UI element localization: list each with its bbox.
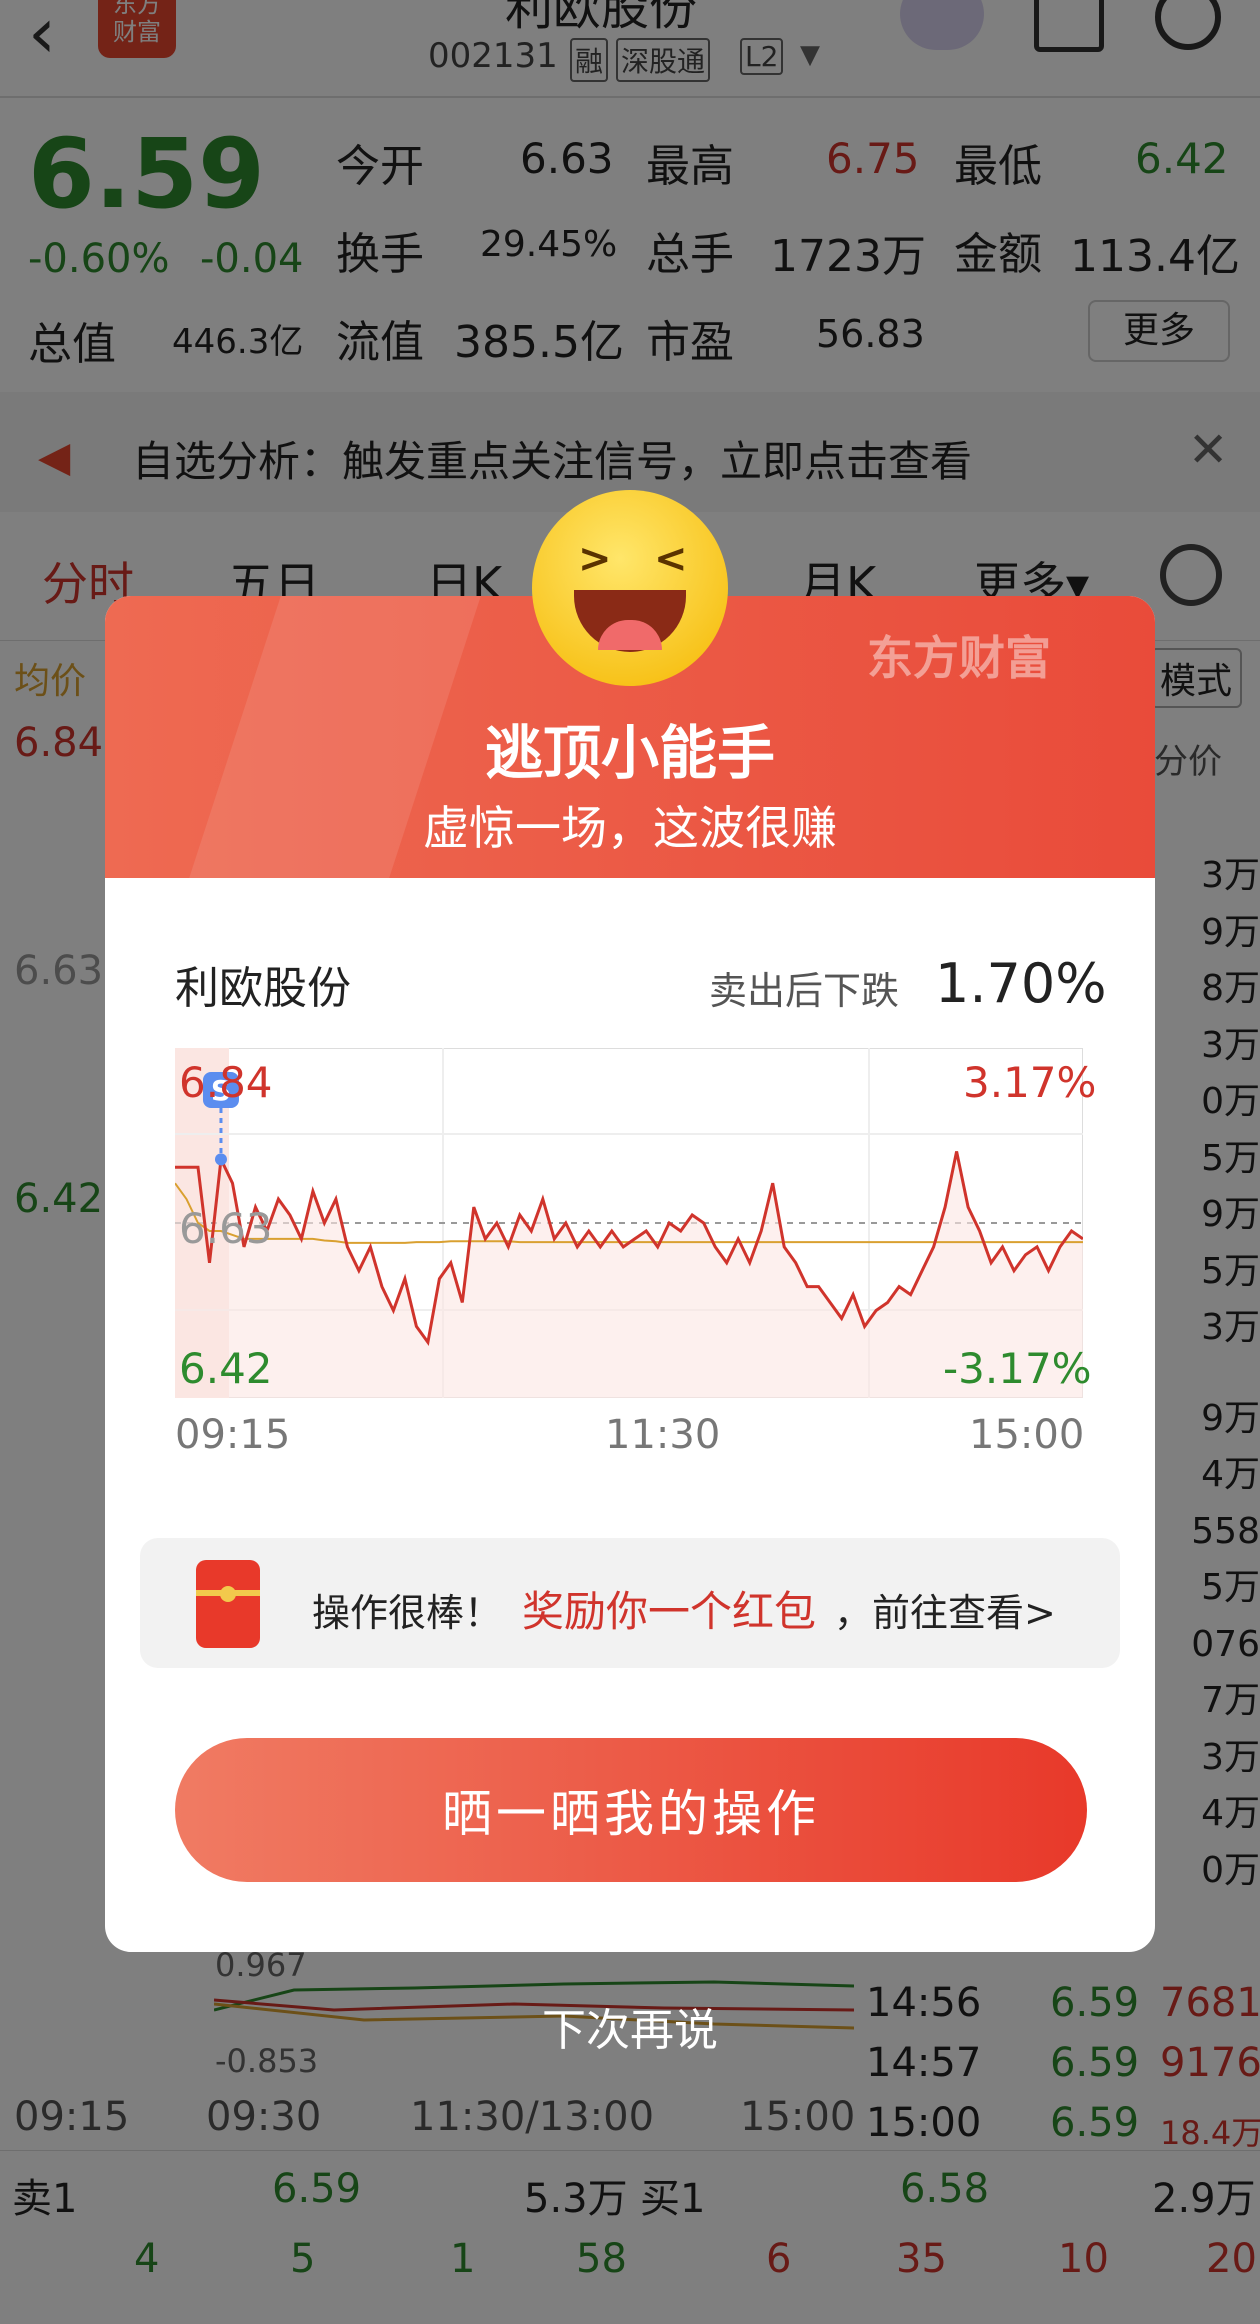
x-tick-label: 15:00	[969, 1412, 1085, 1458]
x-tick-label: 11:30	[605, 1412, 721, 1458]
brand-watermark: 东方财富	[867, 631, 1051, 685]
red-envelope-icon	[196, 1560, 260, 1648]
stock-name: 利欧股份	[175, 963, 351, 1014]
reward-prefix: 操作很棒！	[312, 1591, 503, 1635]
pct-max-label: 3.17%	[963, 1058, 1097, 1107]
drop-value: 1.70%	[935, 952, 1107, 1015]
share-operation-button[interactable]: 晒一晒我的操作	[175, 1738, 1087, 1882]
red-envelope-banner[interactable]: 操作很棒！ 奖励你一个红包 ，前往查看>	[140, 1538, 1120, 1668]
achievement-modal: 东方财富 逃顶小能手 虚惊一场，这波很赚 利欧股份 卖出后下跌 1.70% S …	[105, 596, 1155, 1952]
modal-subtitle: 虚惊一场，这波很赚	[423, 801, 837, 855]
reward-highlight: 奖励你一个红包	[522, 1587, 817, 1636]
y-mid-label: 6.63	[179, 1204, 273, 1253]
laughing-emoji-icon: > <	[532, 490, 728, 686]
y-min-label: 6.42	[179, 1344, 273, 1393]
modal-title: 逃顶小能手	[484, 719, 775, 787]
later-button[interactable]: 下次再说	[0, 1994, 1260, 2058]
drop-label: 卖出后下跌	[709, 969, 900, 1013]
x-tick-label: 09:15	[175, 1412, 291, 1458]
y-max-label: 6.84	[179, 1058, 273, 1107]
pct-min-label: -3.17%	[943, 1344, 1092, 1393]
reward-suffix: ，前往查看>	[834, 1591, 1056, 1635]
sell-marker-dot	[214, 1153, 227, 1166]
stock-detail-page: ‹ 东方 财富 利欧股份 002131 融 深股通 L2 ▼ 6.59 -0.6…	[0, 0, 1260, 2324]
